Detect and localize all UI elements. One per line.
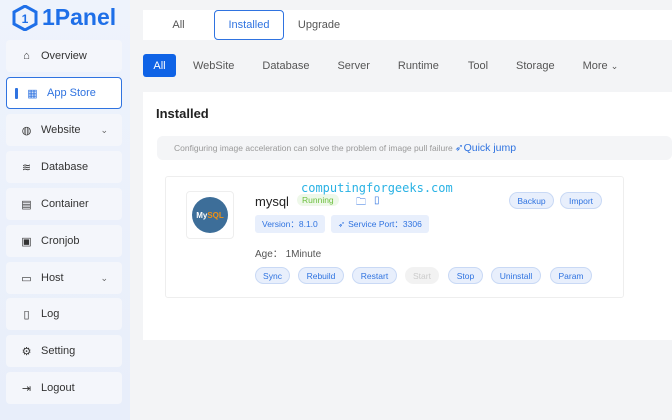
logo-icon: 1 (12, 4, 38, 31)
notice-banner: Configuring image acceleration can solve… (157, 136, 672, 160)
sidebar-item-cronjob[interactable]: ▣ Cronjob (6, 225, 122, 257)
watermark: computingforgeeks.com (301, 181, 453, 195)
sidebar-item-setting[interactable]: ⚙ Setting (6, 335, 122, 367)
status-badge: Running (297, 194, 339, 206)
sidebar-item-overview[interactable]: ⌂ Overview (6, 40, 122, 72)
send-icon: ➶ (454, 142, 464, 154)
category-website[interactable]: WebSite (193, 60, 234, 72)
sidebar-item-host[interactable]: ▭ Host ⌄ (6, 262, 122, 294)
sidebar-item-container[interactable]: ▤ Container (6, 188, 122, 220)
file-icon[interactable]: ▯ (374, 195, 380, 206)
category-all[interactable]: All (143, 54, 176, 77)
installed-panel: Installed Configuring image acceleration… (143, 92, 672, 340)
sync-button[interactable]: Sync (255, 267, 290, 284)
start-button[interactable]: Start (405, 267, 439, 284)
logout-icon: ⇥ (21, 382, 32, 395)
folder-icon[interactable]: 🗀 (356, 195, 366, 212)
docker-icon: ▤ (21, 198, 32, 211)
tab-upgrade[interactable]: Upgrade (284, 10, 354, 40)
chevron-down-icon: ⌄ (610, 60, 619, 71)
app-name: mysql (255, 194, 289, 209)
tab-all[interactable]: All (143, 10, 214, 40)
brand-logo[interactable]: 1 1Panel (12, 4, 116, 31)
mysql-logo: My SQL (192, 197, 228, 233)
sidebar-item-website[interactable]: ◍ Website ⌄ (6, 114, 122, 146)
app-tabs: All Installed Upgrade (143, 10, 672, 40)
app-icon: My SQL (186, 191, 234, 239)
import-button[interactable]: Import (560, 192, 602, 209)
quick-jump-link[interactable]: ➶Quick jump (455, 142, 516, 154)
active-indicator (15, 87, 18, 99)
database-icon: ≋ (21, 161, 32, 174)
category-database[interactable]: Database (262, 60, 309, 72)
restart-button[interactable]: Restart (352, 267, 397, 284)
chevron-down-icon: ⌄ (100, 124, 108, 135)
category-runtime[interactable]: Runtime (398, 60, 439, 72)
gear-icon: ⚙ (21, 345, 32, 358)
param-button[interactable]: Param (550, 267, 592, 284)
app-card: My SQL mysql Running computingforgeeks.co… (165, 176, 624, 298)
host-icon: ▭ (21, 272, 32, 285)
grid-icon: ▦ (27, 87, 38, 100)
chevron-down-icon: ⌄ (100, 272, 108, 283)
page-title: Installed (156, 106, 209, 121)
sidebar-item-log[interactable]: ▯ Log (6, 298, 122, 330)
stop-button[interactable]: Stop (448, 267, 483, 284)
category-tool[interactable]: Tool (468, 60, 488, 72)
tab-installed[interactable]: Installed (214, 10, 284, 40)
sidebar-item-logout[interactable]: ⇥ Logout (6, 372, 122, 404)
svg-text:1: 1 (22, 12, 29, 26)
backup-button[interactable]: Backup (509, 192, 554, 209)
home-icon: ⌂ (23, 50, 30, 62)
send-icon: ➶ (338, 218, 346, 229)
sidebar-item-database[interactable]: ≋ Database (6, 151, 122, 183)
sidebar: 1 1Panel ⌂ Overview ▦ App Store ◍ Website ⌄ … (0, 0, 130, 420)
log-icon: ▯ (23, 308, 30, 321)
category-more[interactable]: More ⌄ (583, 60, 619, 72)
version-tag: Version：8.1.0 (255, 215, 325, 233)
service-port-tag: ➶ Service Port：3306 (331, 215, 429, 233)
category-server[interactable]: Server (337, 60, 369, 72)
sidebar-item-app-store[interactable]: ▦ App Store (6, 77, 122, 109)
app-age: Age： 1Minute (255, 249, 322, 260)
category-storage[interactable]: Storage (516, 60, 555, 72)
calendar-icon: ▣ (21, 235, 32, 248)
category-filter: All WebSite Database Server Runtime Tool… (143, 54, 618, 77)
globe-icon: ◍ (21, 124, 32, 137)
uninstall-button[interactable]: Uninstall (491, 267, 541, 284)
rebuild-button[interactable]: Rebuild (298, 267, 344, 284)
